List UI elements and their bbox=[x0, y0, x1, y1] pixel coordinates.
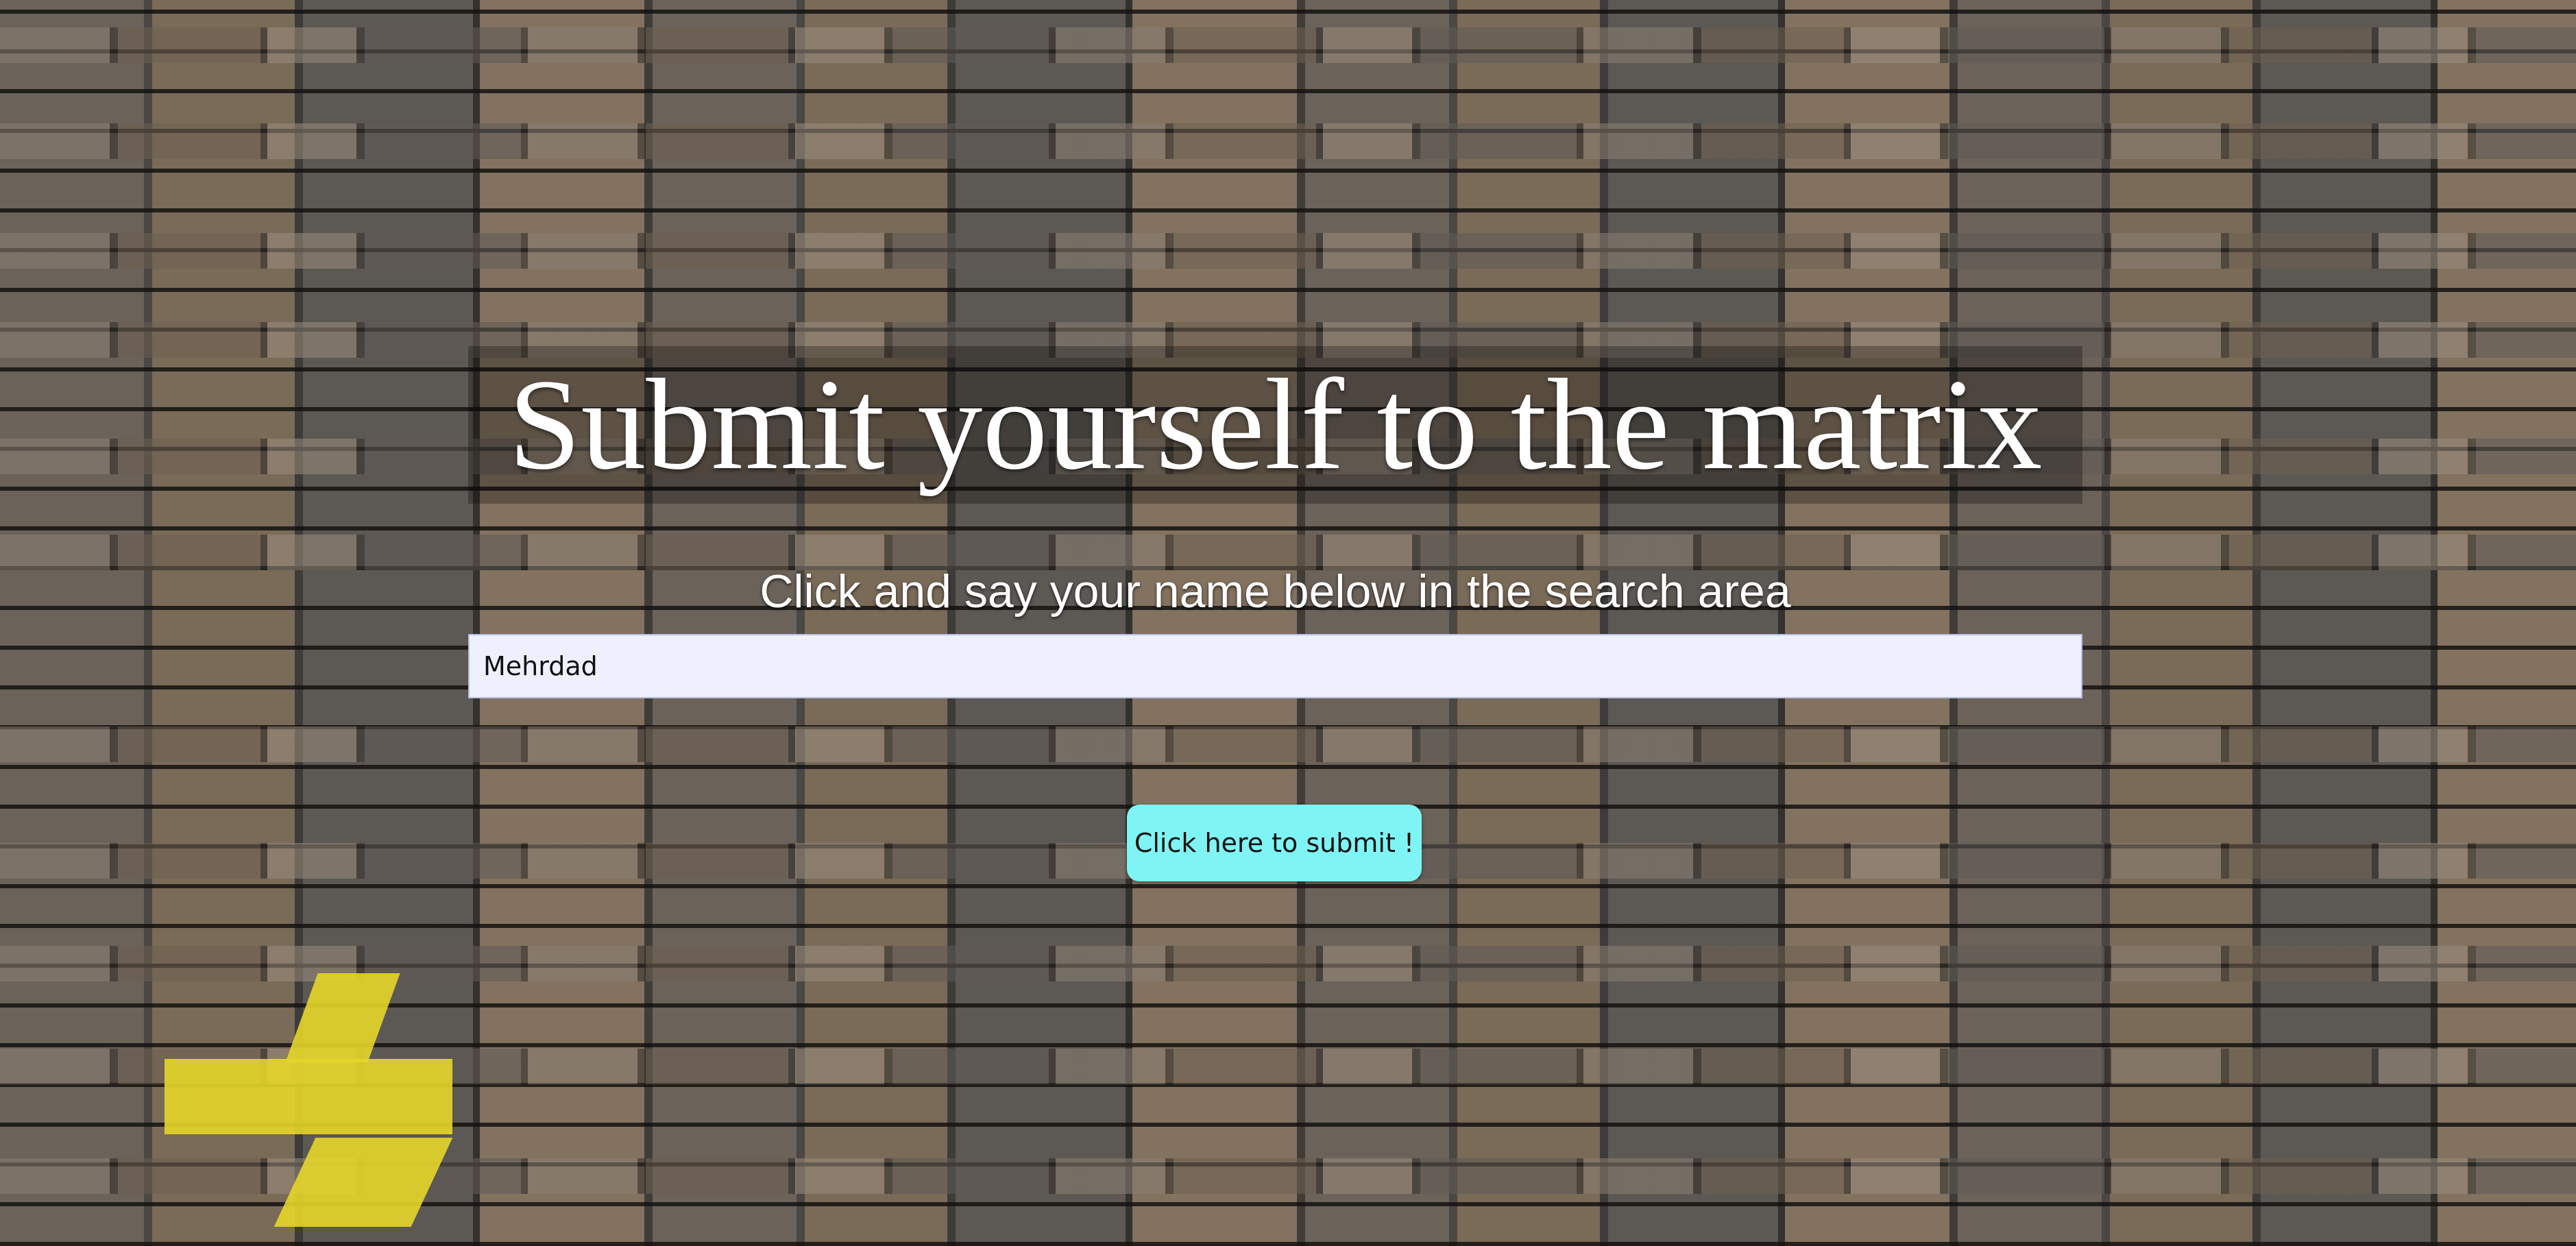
page-title: Submit yourself to the matrix bbox=[508, 353, 2043, 497]
wall-stone-row bbox=[0, 123, 2576, 159]
submit-button[interactable]: Click here to submit ! bbox=[1127, 805, 1422, 881]
wall-stone-row bbox=[0, 726, 2576, 762]
wall-stone-row bbox=[0, 233, 2576, 269]
yellow-paint-mark bbox=[165, 1059, 452, 1134]
yellow-paint-mark bbox=[274, 1138, 453, 1227]
stone-wall-background bbox=[0, 0, 2576, 1246]
wall-stone-row bbox=[0, 27, 2576, 63]
instruction-text: Click and say your name below in the sea… bbox=[760, 565, 1791, 618]
search-input[interactable] bbox=[468, 634, 2082, 698]
